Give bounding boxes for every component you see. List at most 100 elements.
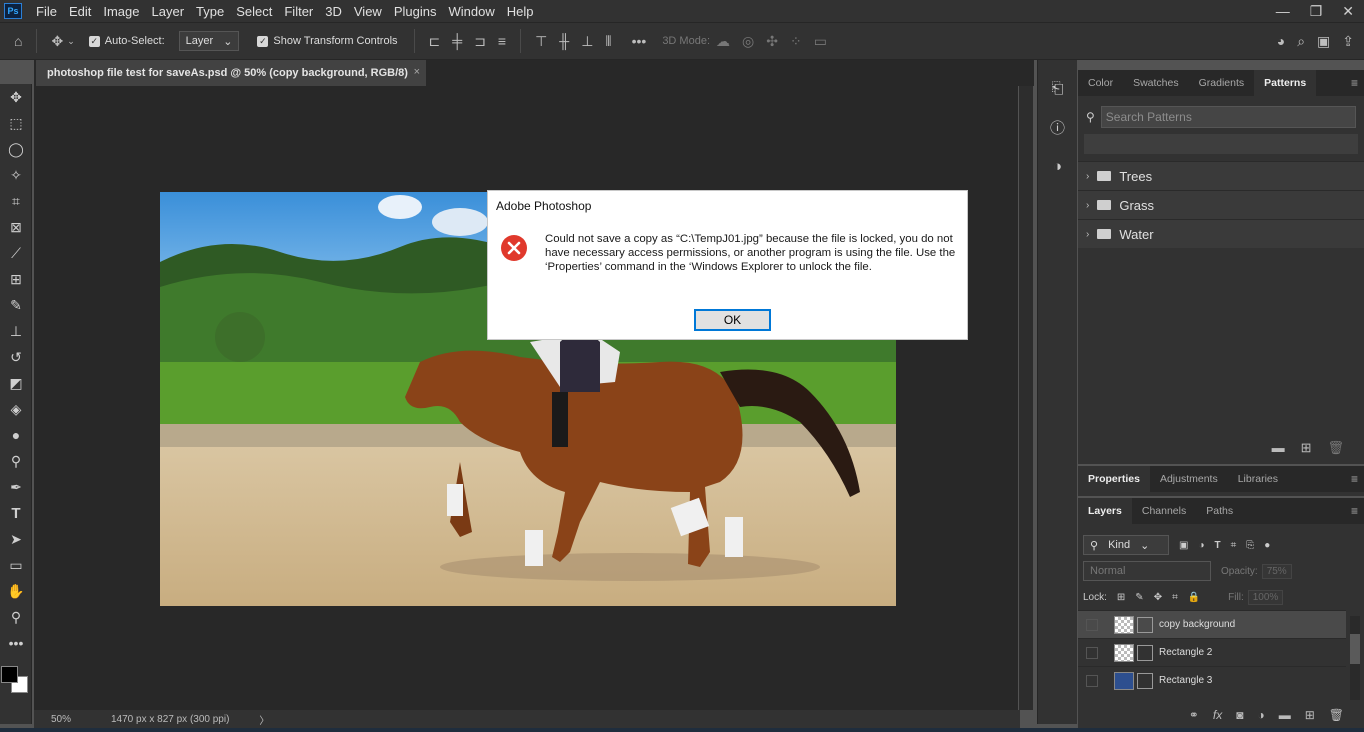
link-layers-icon[interactable]: ⚭ bbox=[1189, 708, 1199, 722]
fx-icon[interactable]: fx bbox=[1213, 708, 1222, 722]
3d-camera-icon[interactable]: ▭ bbox=[814, 33, 827, 50]
info-icon[interactable]: ⓘ bbox=[1038, 117, 1077, 138]
move-tool-icon[interactable]: ✥ bbox=[51, 33, 63, 50]
tab-close-icon[interactable]: × bbox=[414, 66, 420, 78]
tab-gradients[interactable]: Gradients bbox=[1189, 70, 1255, 96]
chevron-down-icon[interactable]: ⌄ bbox=[67, 36, 75, 47]
menu-edit[interactable]: Edit bbox=[63, 4, 97, 19]
menu-plugins[interactable]: Plugins bbox=[388, 4, 443, 19]
new-group-icon[interactable]: ▬ bbox=[1279, 708, 1291, 722]
lock-position-icon[interactable]: ✥ bbox=[1154, 592, 1162, 603]
menu-image[interactable]: Image bbox=[97, 4, 145, 19]
layer-dropdown[interactable]: Layer ⌄ bbox=[178, 31, 240, 51]
path-selection-icon[interactable]: ➤ bbox=[0, 526, 32, 552]
marquee-tool-icon[interactable]: ⬚ bbox=[0, 110, 32, 136]
properties-icon[interactable]: ◑ bbox=[1038, 158, 1077, 175]
filter-pixel-icon[interactable]: ▣ bbox=[1179, 540, 1188, 551]
move-tool-icon[interactable]: ✥ bbox=[0, 84, 32, 110]
layer-row-rectangle-3[interactable]: Rectangle 3 bbox=[1078, 666, 1346, 694]
new-layer-icon[interactable]: ⊞ bbox=[1305, 708, 1315, 722]
filter-adjustment-icon[interactable]: ◑ bbox=[1198, 540, 1204, 551]
menu-help[interactable]: Help bbox=[501, 4, 540, 19]
history-icon[interactable]: ⎗ bbox=[1038, 80, 1077, 97]
color-swatches[interactable] bbox=[0, 656, 31, 706]
eyedropper-icon[interactable]: ⟋ bbox=[0, 240, 32, 266]
menu-layer[interactable]: Layer bbox=[146, 4, 191, 19]
distribute-vertical-icon[interactable]: ⦀ bbox=[605, 33, 611, 50]
dodge-tool-icon[interactable]: ⚲ bbox=[0, 448, 32, 474]
filter-toggle-icon[interactable]: ● bbox=[1264, 540, 1270, 551]
align-right-icon[interactable]: ⊐ bbox=[474, 33, 486, 50]
restore-button[interactable]: ❐ bbox=[1310, 3, 1323, 20]
blend-mode-dropdown[interactable]: Normal bbox=[1083, 561, 1211, 581]
visibility-toggle[interactable] bbox=[1086, 674, 1098, 687]
auto-select-checkbox[interactable]: ✓ bbox=[88, 35, 100, 47]
menu-file[interactable]: File bbox=[30, 4, 63, 19]
user-icon[interactable]: ◕ bbox=[1277, 33, 1285, 49]
delete-icon[interactable]: 🗑 bbox=[1327, 440, 1344, 456]
crop-tool-icon[interactable]: ⌗ bbox=[0, 188, 32, 214]
more-options-icon[interactable]: ••• bbox=[632, 33, 647, 49]
document-tab[interactable]: photoshop file test for saveAs.psd @ 50%… bbox=[36, 60, 426, 86]
blur-tool-icon[interactable]: ● bbox=[0, 422, 32, 448]
clone-stamp-icon[interactable]: ⊥ bbox=[0, 318, 32, 344]
new-folder-icon[interactable]: ▬ bbox=[1272, 440, 1285, 456]
layers-scrollbar[interactable] bbox=[1350, 616, 1360, 700]
menu-type[interactable]: Type bbox=[190, 4, 230, 19]
filter-type-icon[interactable]: T bbox=[1215, 540, 1221, 551]
delete-layer-icon[interactable]: 🗑 bbox=[1329, 708, 1344, 722]
opacity-value[interactable]: 75% bbox=[1261, 563, 1292, 579]
status-menu-arrow[interactable]: 〉 bbox=[259, 712, 269, 727]
menu-select[interactable]: Select bbox=[230, 4, 278, 19]
3d-roll-icon[interactable]: ◎ bbox=[742, 33, 754, 50]
layer-row-copy-background[interactable]: copy background bbox=[1078, 610, 1346, 638]
tab-color[interactable]: Color bbox=[1078, 70, 1123, 96]
menu-filter[interactable]: Filter bbox=[278, 4, 319, 19]
workspace-icon[interactable]: ▣ bbox=[1317, 33, 1330, 50]
filter-shape-icon[interactable]: ⌗ bbox=[1231, 540, 1237, 551]
3d-drag-icon[interactable]: ✣ bbox=[766, 33, 778, 50]
tab-properties[interactable]: Properties bbox=[1078, 466, 1150, 492]
panel-menu-icon[interactable]: ≡ bbox=[1351, 472, 1358, 486]
visibility-toggle[interactable] bbox=[1086, 618, 1098, 631]
lock-artboard-icon[interactable]: ⌗ bbox=[1172, 592, 1178, 603]
lock-image-icon[interactable]: ✎ bbox=[1135, 592, 1143, 603]
tab-adjustments[interactable]: Adjustments bbox=[1150, 466, 1228, 492]
align-center-icon[interactable]: ╪ bbox=[452, 33, 462, 49]
magic-wand-icon[interactable]: ✧ bbox=[0, 162, 32, 188]
tab-paths[interactable]: Paths bbox=[1196, 498, 1243, 524]
search-icon[interactable]: ⌕ bbox=[1297, 33, 1305, 50]
type-tool-icon[interactable]: T bbox=[0, 500, 32, 526]
zoom-level[interactable]: 50% bbox=[51, 714, 111, 725]
minimize-button[interactable]: — bbox=[1276, 3, 1290, 19]
pattern-folder-grass[interactable]: › Grass bbox=[1078, 190, 1364, 219]
more-tools-icon[interactable]: ••• bbox=[0, 630, 32, 656]
pattern-folder-trees[interactable]: › Trees bbox=[1078, 161, 1364, 190]
kind-filter-dropdown[interactable]: ⚲ Kind ⌄ bbox=[1083, 535, 1169, 555]
panel-menu-icon[interactable]: ≡ bbox=[1351, 76, 1358, 90]
ok-button[interactable]: OK bbox=[694, 309, 771, 331]
pen-tool-icon[interactable]: ✒ bbox=[0, 474, 32, 500]
brush-tool-icon[interactable]: ✎ bbox=[0, 292, 32, 318]
adjustment-layer-icon[interactable]: ◑ bbox=[1257, 708, 1264, 722]
visibility-toggle[interactable] bbox=[1086, 646, 1098, 659]
pattern-folder-water[interactable]: › Water bbox=[1078, 219, 1364, 248]
layer-row-rectangle-2[interactable]: Rectangle 2 bbox=[1078, 638, 1346, 666]
rectangle-tool-icon[interactable]: ▭ bbox=[0, 552, 32, 578]
hand-tool-icon[interactable]: ✋ bbox=[0, 578, 32, 604]
history-brush-icon[interactable]: ↺ bbox=[0, 344, 32, 370]
align-bottom-icon[interactable]: ⊥ bbox=[581, 33, 593, 50]
menu-view[interactable]: View bbox=[348, 4, 388, 19]
search-patterns-input[interactable]: Search Patterns bbox=[1100, 106, 1356, 128]
3d-slide-icon[interactable]: ⁘ bbox=[790, 33, 802, 50]
frame-tool-icon[interactable]: ⊠ bbox=[0, 214, 32, 240]
lasso-tool-icon[interactable]: ◯ bbox=[0, 136, 32, 162]
close-window-button[interactable]: ✕ bbox=[1342, 3, 1354, 20]
lock-all-icon[interactable]: 🔒 bbox=[1188, 592, 1200, 603]
panel-menu-icon[interactable]: ≡ bbox=[1351, 504, 1358, 518]
new-pattern-icon[interactable]: ⊞ bbox=[1301, 440, 1312, 456]
lock-transparent-icon[interactable]: ⊞ bbox=[1117, 592, 1125, 603]
3d-orbit-icon[interactable]: ☁ bbox=[716, 33, 730, 50]
home-icon[interactable]: ⌂ bbox=[14, 33, 22, 49]
distribute-icon[interactable]: ≡ bbox=[498, 33, 506, 49]
